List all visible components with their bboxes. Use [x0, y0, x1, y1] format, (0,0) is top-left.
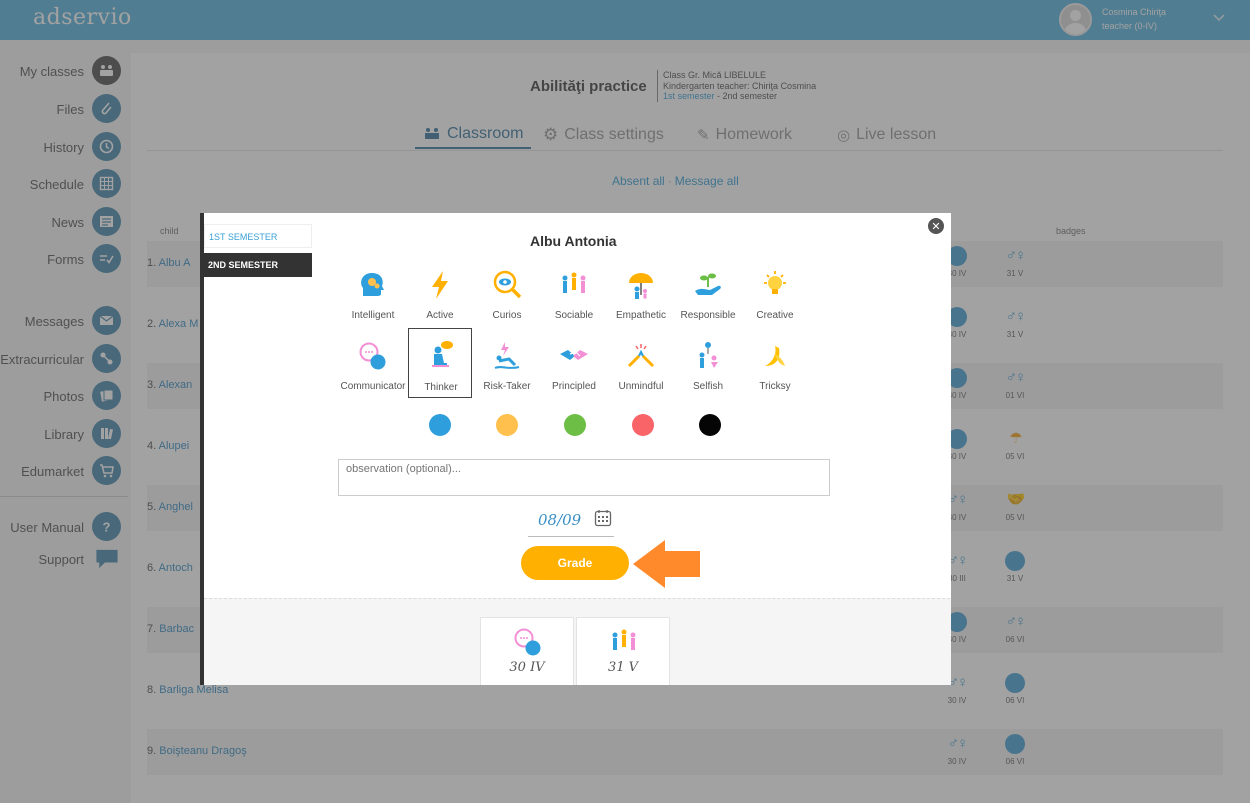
tab-2nd-semester[interactable]: 2ND SEMESTER: [204, 253, 312, 277]
trait-risk-taker[interactable]: Risk-Taker: [475, 334, 539, 404]
color-option-blue[interactable]: [429, 414, 451, 436]
sociable-icon: [612, 629, 636, 650]
close-icon[interactable]: ✕: [928, 218, 944, 234]
tab-1st-semester[interactable]: 1ST SEMESTER: [204, 224, 312, 248]
color-option-yellow[interactable]: [496, 414, 518, 436]
color-option-black[interactable]: [699, 414, 721, 436]
sociable-icon: [562, 272, 586, 293]
trait-selfish[interactable]: Selfish: [676, 334, 740, 404]
earned-badge[interactable]: 30 IV: [480, 617, 574, 685]
hand-plant-icon: [695, 273, 721, 295]
unmindful-icon: [627, 344, 655, 368]
earned-badge-date: 31 V: [607, 660, 639, 675]
color-option-red[interactable]: [632, 414, 654, 436]
risk-taker-icon: [494, 342, 520, 369]
trait-empathetic[interactable]: Empathetic: [609, 263, 673, 333]
trait-tricksy[interactable]: Tricksy: [743, 334, 807, 404]
trait-responsible[interactable]: Responsible: [676, 263, 740, 333]
arrow-annotation-icon: [633, 540, 700, 588]
trait-intelligent[interactable]: Intelligent: [341, 263, 405, 333]
date-field[interactable]: 08/09: [528, 506, 614, 537]
handshake-icon: [560, 350, 588, 360]
grade-button[interactable]: Grade: [521, 546, 629, 580]
trait-curios[interactable]: Curios: [475, 263, 539, 333]
trait-communicator[interactable]: Communicator: [340, 334, 406, 404]
banana-icon: [765, 346, 785, 366]
trait-active[interactable]: Active: [408, 263, 472, 333]
umbrella-icon: [629, 273, 653, 299]
trait-principled[interactable]: Principled: [542, 334, 606, 404]
trait-creative[interactable]: Creative: [743, 263, 807, 333]
lightning-icon: [432, 271, 448, 299]
earned-badge-date: 30 IV: [509, 660, 545, 675]
trait-label: Tricksy: [759, 381, 791, 392]
grade-modal: 1ST SEMESTER 2ND SEMESTER ✕ Albu Antonia…: [200, 213, 951, 685]
magnifier-eye-icon: [493, 270, 522, 299]
student-name: Albu Antonia: [530, 233, 617, 249]
intelligent-icon: [361, 273, 384, 296]
calendar-icon[interactable]: [594, 509, 612, 527]
observation-field[interactable]: [338, 459, 830, 496]
communicator-icon: [359, 342, 386, 370]
communicator-icon: [514, 628, 541, 656]
earned-badges-strip: 30 IV 31 V: [204, 598, 951, 685]
lightbulb-icon: [764, 271, 786, 294]
trait-label: Creative: [756, 310, 794, 321]
color-option-green[interactable]: [564, 414, 586, 436]
trait-sociable[interactable]: Sociable: [542, 263, 606, 333]
trait-unmindful[interactable]: Unmindful: [609, 334, 673, 404]
earned-badge[interactable]: 31 V: [576, 617, 670, 685]
thinker-icon: [432, 341, 453, 367]
trait-thinker[interactable]: Thinker: [408, 328, 472, 398]
selfish-icon: [699, 342, 718, 368]
date-value[interactable]: 08/09: [538, 511, 581, 529]
